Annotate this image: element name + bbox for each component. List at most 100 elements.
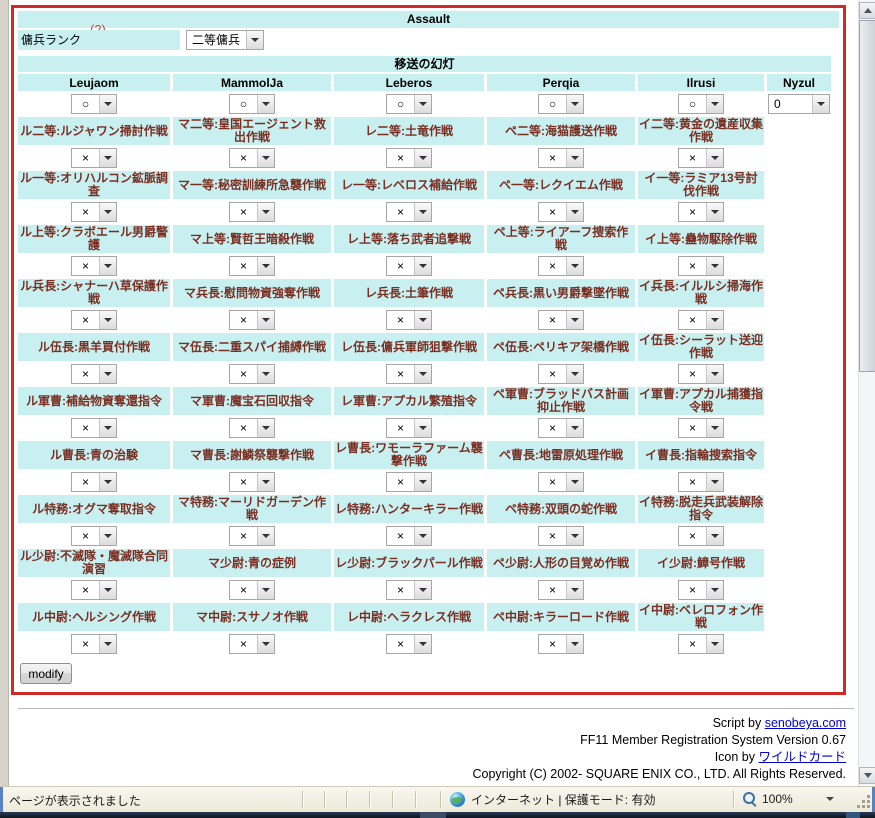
mission-select-0-3[interactable]: × <box>538 148 584 168</box>
chevron-down-icon[interactable] <box>566 635 583 653</box>
chevron-down-icon[interactable] <box>414 365 431 383</box>
zoom-control[interactable]: 100% <box>742 791 834 806</box>
chevron-down-icon[interactable] <box>257 635 274 653</box>
chevron-down-icon[interactable] <box>706 473 723 491</box>
chevron-down-icon[interactable] <box>826 797 834 801</box>
chevron-down-icon[interactable] <box>566 473 583 491</box>
mission-select-7-0[interactable]: × <box>71 526 117 546</box>
availability-select-nyzul[interactable]: 0 <box>768 94 830 114</box>
mission-select-9-4[interactable]: × <box>678 634 724 654</box>
mission-select-0-0[interactable]: × <box>71 148 117 168</box>
chevron-down-icon[interactable] <box>706 635 723 653</box>
chevron-down-icon[interactable] <box>99 365 116 383</box>
chevron-down-icon[interactable] <box>99 581 116 599</box>
mission-select-3-2[interactable]: × <box>386 310 432 330</box>
wildcard-link[interactable]: ワイルドカード <box>758 750 846 764</box>
chevron-down-icon[interactable] <box>706 365 723 383</box>
modify-button[interactable]: modify <box>20 663 72 684</box>
chevron-down-icon[interactable] <box>414 473 431 491</box>
chevron-down-icon[interactable] <box>99 149 116 167</box>
vertical-scrollbar[interactable] <box>858 0 875 786</box>
chevron-down-icon[interactable] <box>257 419 274 437</box>
chevron-down-icon[interactable] <box>99 527 116 545</box>
chevron-down-icon[interactable] <box>99 311 116 329</box>
mission-select-0-1[interactable]: × <box>229 148 275 168</box>
chevron-down-icon[interactable] <box>99 95 116 113</box>
mission-select-1-4[interactable]: × <box>678 202 724 222</box>
chevron-down-icon[interactable] <box>257 95 274 113</box>
mission-select-1-3[interactable]: × <box>538 202 584 222</box>
availability-select-mammolja[interactable]: ○ <box>229 94 275 114</box>
mission-select-2-1[interactable]: × <box>229 256 275 276</box>
chevron-down-icon[interactable] <box>414 203 431 221</box>
chevron-down-icon[interactable] <box>566 581 583 599</box>
mission-select-4-4[interactable]: × <box>678 364 724 384</box>
mission-select-5-2[interactable]: × <box>386 418 432 438</box>
mission-select-3-3[interactable]: × <box>538 310 584 330</box>
mission-select-2-4[interactable]: × <box>678 256 724 276</box>
rank-select[interactable]: 二等傭兵 <box>186 30 264 50</box>
mission-select-3-4[interactable]: × <box>678 310 724 330</box>
mission-select-7-1[interactable]: × <box>229 526 275 546</box>
chevron-down-icon[interactable] <box>566 419 583 437</box>
scroll-up-button[interactable] <box>859 2 875 19</box>
availability-select-perqia[interactable]: ○ <box>538 94 584 114</box>
chevron-down-icon[interactable] <box>706 581 723 599</box>
availability-select-leujaom[interactable]: ○ <box>71 94 117 114</box>
mission-select-6-0[interactable]: × <box>71 472 117 492</box>
chevron-down-icon[interactable] <box>414 581 431 599</box>
mission-select-0-4[interactable]: × <box>678 148 724 168</box>
mission-select-8-1[interactable]: × <box>229 580 275 600</box>
chevron-down-icon[interactable] <box>414 149 431 167</box>
chevron-down-icon[interactable] <box>414 527 431 545</box>
mission-select-5-3[interactable]: × <box>538 418 584 438</box>
mission-select-1-0[interactable]: × <box>71 202 117 222</box>
mission-select-8-0[interactable]: × <box>71 580 117 600</box>
chevron-down-icon[interactable] <box>706 419 723 437</box>
chevron-down-icon[interactable] <box>257 527 274 545</box>
chevron-down-icon[interactable] <box>257 581 274 599</box>
mission-select-9-0[interactable]: × <box>71 634 117 654</box>
mission-select-6-3[interactable]: × <box>538 472 584 492</box>
availability-select-ilrusi[interactable]: ○ <box>678 94 724 114</box>
chevron-down-icon[interactable] <box>257 149 274 167</box>
chevron-down-icon[interactable] <box>812 95 829 113</box>
mission-select-7-3[interactable]: × <box>538 526 584 546</box>
chevron-down-icon[interactable] <box>414 257 431 275</box>
mission-select-2-3[interactable]: × <box>538 256 584 276</box>
chevron-down-icon[interactable] <box>414 95 431 113</box>
chevron-down-icon[interactable] <box>414 419 431 437</box>
mission-select-6-2[interactable]: × <box>386 472 432 492</box>
chevron-down-icon[interactable] <box>706 203 723 221</box>
chevron-down-icon[interactable] <box>566 149 583 167</box>
chevron-down-icon[interactable] <box>566 527 583 545</box>
mission-select-8-4[interactable]: × <box>678 580 724 600</box>
chevron-down-icon[interactable] <box>257 311 274 329</box>
chevron-down-icon[interactable] <box>99 473 116 491</box>
chevron-down-icon[interactable] <box>99 635 116 653</box>
chevron-down-icon[interactable] <box>706 149 723 167</box>
mission-select-1-1[interactable]: × <box>229 202 275 222</box>
chevron-down-icon[interactable] <box>99 203 116 221</box>
chevron-down-icon[interactable] <box>706 311 723 329</box>
mission-select-4-0[interactable]: × <box>71 364 117 384</box>
mission-select-7-2[interactable]: × <box>386 526 432 546</box>
mission-select-7-4[interactable]: × <box>678 526 724 546</box>
mission-select-9-1[interactable]: × <box>229 634 275 654</box>
scrollbar-thumb[interactable] <box>859 20 875 372</box>
chevron-down-icon[interactable] <box>566 95 583 113</box>
chevron-down-icon[interactable] <box>257 203 274 221</box>
resize-grip[interactable] <box>856 794 870 808</box>
scroll-down-button[interactable] <box>859 767 875 784</box>
mission-select-5-4[interactable]: × <box>678 418 724 438</box>
chevron-down-icon[interactable] <box>99 257 116 275</box>
mission-select-8-3[interactable]: × <box>538 580 584 600</box>
chevron-down-icon[interactable] <box>246 31 263 49</box>
chevron-down-icon[interactable] <box>414 635 431 653</box>
chevron-down-icon[interactable] <box>257 473 274 491</box>
chevron-down-icon[interactable] <box>706 95 723 113</box>
chevron-down-icon[interactable] <box>566 311 583 329</box>
mission-select-2-2[interactable]: × <box>386 256 432 276</box>
mission-select-3-0[interactable]: × <box>71 310 117 330</box>
chevron-down-icon[interactable] <box>706 527 723 545</box>
